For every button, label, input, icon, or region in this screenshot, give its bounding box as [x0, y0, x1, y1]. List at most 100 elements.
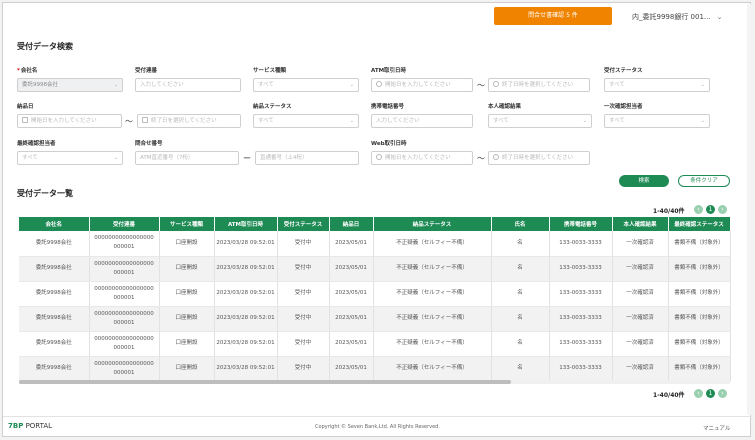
table-row[interactable]: 委託9998会社 00000000000000000 000001 口座開設 2023/…	[19, 356, 731, 382]
pager-count-bottom: 1-40/40件	[653, 392, 685, 399]
cell-text: 2023/03/28 09:52:01	[216, 340, 275, 346]
cell-text: 000001	[113, 319, 135, 326]
inquiry-no-from[interactable]: ATM直近番号（7桁）	[135, 151, 239, 165]
table-cell: 不正疑義（セルフィー不備）	[373, 231, 492, 257]
prev-page-button[interactable]: ‹	[694, 205, 703, 214]
next-page-button-bottom[interactable]: ›	[718, 389, 727, 398]
cell-text: 2023/03/28 09:52:01	[216, 365, 275, 371]
cell-text: 書類不備（対象外）	[674, 239, 724, 246]
table-cell: 書類不備（対象外）	[668, 256, 731, 282]
table-cell: 名	[491, 231, 550, 257]
page-number-button[interactable]: 1	[706, 205, 715, 214]
cell-text: 2023/05/01	[335, 315, 367, 321]
cell-text: 受付中	[294, 290, 312, 296]
final-checker-select[interactable]: すべて ⌄	[17, 151, 123, 165]
table-cell: 受付中	[277, 306, 330, 332]
company-label: *会社名	[17, 66, 37, 74]
table-cell: 2023/03/28 09:52:01	[214, 331, 278, 357]
column-header: サービス種類	[159, 217, 215, 231]
user-menu[interactable]: 内_委託9998銀行 001... ⌄	[632, 12, 722, 22]
atm-date-to[interactable]: 終了日時を選択してください	[488, 78, 590, 92]
table-cell: 名	[491, 331, 550, 357]
web-date-label: Web取引日時	[371, 141, 407, 147]
payment-date-label: 納品日	[17, 104, 34, 110]
web-date-to[interactable]: 終了日時を選択してください	[488, 151, 590, 165]
table-cell: 00000000000000000 000001	[89, 306, 160, 332]
cell-text: 2023/03/28 09:52:01	[216, 315, 275, 321]
table-row[interactable]: 委託9998会社 00000000000000000 000001 口座開設 2023/…	[19, 331, 731, 357]
cell-text: 名	[517, 265, 523, 271]
column-header: 携帯電話番号	[549, 217, 613, 231]
table-header-row: 会社名 受付連番 サービス種類 ATM取引日時 受付ステータス 納品日 納品ステータス 氏名携…	[19, 217, 731, 231]
cell-text: 00000000000000000	[94, 335, 154, 342]
cell-text: 名	[517, 315, 523, 321]
cell-text: 口座開設	[175, 365, 198, 371]
atm-date-from[interactable]: 開始日を入力してください	[371, 78, 473, 92]
first-checker-select[interactable]: すべて ⌄	[604, 114, 710, 128]
inquiry-no-to[interactable]: 直通番号（上4桁）	[255, 151, 359, 165]
mobile-label: 携帯電話番号	[371, 104, 405, 110]
table-body: 委託9998会社 00000000000000000 000001 口座開設 2023/…	[19, 231, 731, 382]
table-cell: 00000000000000000 000001	[89, 281, 160, 307]
cell-text: 不正疑義（セルフィー不備）	[396, 290, 468, 296]
chevron-down-icon: ⌄	[349, 82, 354, 88]
inquiry-confirm-button[interactable]: 問合せ書確認 5 件	[494, 7, 612, 25]
service-select[interactable]: すべて ⌄	[253, 78, 359, 92]
vertical-scrollbar[interactable]	[747, 4, 751, 415]
clear-conditions-button[interactable]: 条件クリア	[678, 175, 730, 187]
table-cell: 委託9998会社	[19, 256, 90, 282]
company-select[interactable]: 委託9998会社 ⌄	[17, 78, 123, 92]
search-button[interactable]: 検索	[619, 175, 669, 187]
table-cell: 2023/05/01	[329, 281, 374, 307]
cell-text: 一次確認済	[626, 340, 654, 346]
web-date-from[interactable]: 開始日を入力してください	[371, 151, 473, 165]
column-header: 本人確認結果	[612, 217, 669, 231]
cell-text: 2023/03/28 09:52:01	[216, 290, 275, 296]
chevron-down-icon: ⌄	[700, 82, 705, 88]
range-separator: 〜	[477, 81, 485, 90]
payment-date-from[interactable]: 開始日を入力してください	[17, 114, 122, 128]
table-row[interactable]: 委託9998会社 00000000000000000 000001 口座開設 2023/…	[19, 256, 731, 282]
cell-text: 2023/03/28 09:52:01	[216, 265, 275, 271]
cell-text: 133-0033-3333	[559, 340, 602, 346]
cell-text: 2023/05/01	[335, 365, 367, 371]
cell-text: 口座開設	[175, 265, 198, 271]
table-cell: 名	[491, 256, 550, 282]
identity-select[interactable]: すべて ⌄	[488, 114, 592, 128]
cell-text: 不正疑義（セルフィー不備）	[396, 265, 468, 271]
table-cell: 2023/05/01	[329, 231, 374, 257]
table-cell: 名	[491, 281, 550, 307]
horizontal-scrollbar-thumb[interactable]	[19, 380, 511, 384]
table-cell: 一次確認済	[612, 256, 669, 282]
next-page-button[interactable]: ›	[718, 205, 727, 214]
final-checker-value: すべて	[22, 155, 38, 161]
user-name: 内_委託9998銀行 001...	[632, 13, 711, 21]
prev-page-button-bottom[interactable]: ‹	[694, 389, 703, 398]
cell-text: 不正疑義（セルフィー不備）	[396, 365, 468, 371]
cell-text: 名	[517, 239, 523, 246]
app-frame: 問合せ書確認 5 件 内_委託9998銀行 001... ⌄ 受付データ検索 *会…	[2, 2, 752, 437]
required-mark: *	[17, 68, 20, 74]
table-cell: 受付中	[277, 231, 330, 257]
receipt-status-select[interactable]: すべて ⌄	[604, 78, 710, 92]
cell-text: 委託9998会社	[35, 265, 72, 271]
table-cell: 名	[491, 306, 550, 332]
table-cell: 委託9998会社	[19, 281, 90, 307]
table-row[interactable]: 委託9998会社 00000000000000000 000001 口座開設 2023/…	[19, 281, 731, 307]
cell-text: 00000000000000000	[94, 235, 154, 242]
payment-status-select[interactable]: すべて ⌄	[253, 114, 359, 128]
receipt-no-input[interactable]: 入力してください	[135, 78, 241, 92]
final-checker-label: 最終確認担当者	[17, 141, 56, 147]
mobile-input[interactable]: 入力してください	[371, 114, 473, 128]
payment-date-to[interactable]: 終了日を選択してください	[137, 114, 241, 128]
table-row[interactable]: 委託9998会社 00000000000000000 000001 口座開設 2023/…	[19, 306, 731, 332]
cell-text: 一次確認済	[626, 290, 654, 296]
table-cell: 2023/03/28 09:52:01	[214, 256, 278, 282]
results-table: 会社名 受付連番 サービス種類 ATM取引日時 受付ステータス 納品日 納品ステータス 氏名携…	[19, 217, 731, 382]
table-cell: 133-0033-3333	[549, 281, 613, 307]
manual-link[interactable]: マニュアル	[703, 424, 730, 432]
table-cell: 口座開設	[159, 306, 215, 332]
page-number-button-bottom[interactable]: 1	[706, 389, 715, 398]
table-row[interactable]: 委託9998会社 00000000000000000 000001 口座開設 2023/…	[19, 231, 731, 257]
cell-text: 委託9998会社	[35, 340, 72, 346]
